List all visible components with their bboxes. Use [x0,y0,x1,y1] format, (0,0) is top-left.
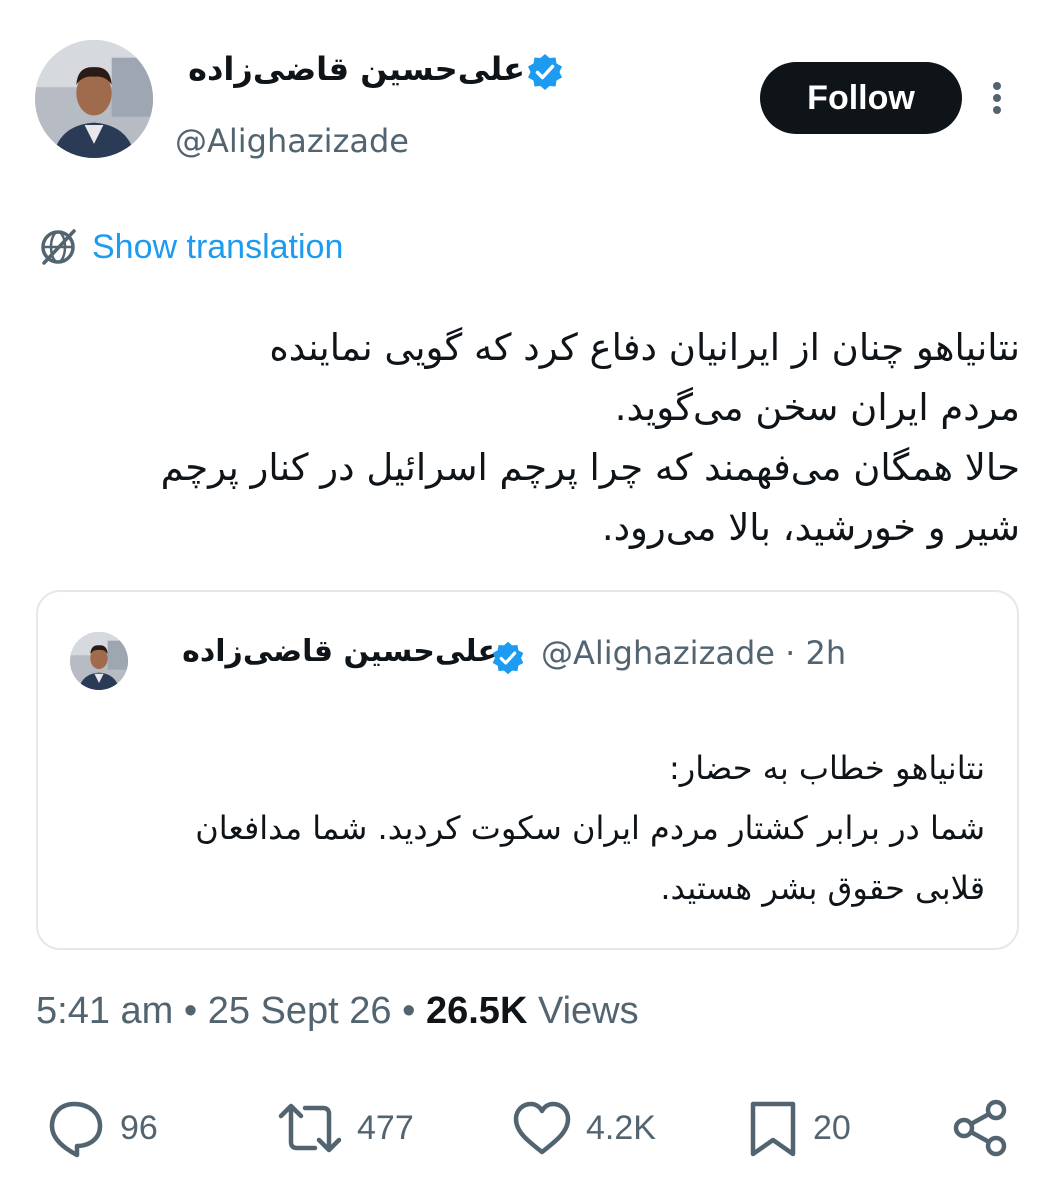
quote-handle-time: @Alighazizade · 2h [541,634,847,672]
reply-button[interactable]: 96 [44,1098,158,1158]
reply-icon [49,1101,103,1158]
views-count: 26.5K [425,990,528,1032]
vertical-ellipsis-icon[interactable] [985,78,1009,118]
quote-author-avatar[interactable] [70,632,128,690]
author-display-name[interactable]: علی‌حسین قاضی‌زاده [188,50,525,88]
verified-badge-icon [525,52,565,92]
reply-count: 96 [120,1108,158,1147]
quote-text-line: شما در برابر کشتار مردم ایران سکوت کردید… [195,809,985,847]
quote-author-name: علی‌حسین قاضی‌زاده [182,634,498,669]
bookmark-count: 20 [813,1108,851,1147]
repost-icon [278,1103,342,1153]
meta-separator: • [391,990,426,1032]
follow-button[interactable]: Follow [760,62,962,134]
tweet-meta: 5:41 am • 25 Sept 26 • 26.5K Views [36,990,639,1033]
bookmark-button[interactable]: 20 [745,1098,851,1158]
share-button[interactable] [950,1098,1014,1158]
action-bar: 96 477 4.2K 20 [0,1088,1055,1168]
show-translation-link[interactable]: Show translation [36,225,343,269]
heart-icon [513,1101,571,1155]
tweet-text-line: مردم ایران سخن می‌گوید. [614,386,1020,429]
tweet-text-line: شیر و خورشید، بالا می‌رود. [601,506,1020,549]
like-count: 4.2K [586,1108,656,1147]
author-avatar[interactable] [35,40,153,158]
avatar-image [35,40,153,158]
quote-text-line: نتانیاهو خطاب به حضار: [668,749,985,787]
like-button[interactable]: 4.2K [510,1098,656,1158]
author-handle[interactable]: @Alighazizade [175,122,409,160]
bookmark-icon [750,1101,796,1157]
show-translation-label: Show translation [92,227,344,266]
share-icon [953,1099,1007,1157]
views-label: Views [527,990,639,1032]
tweet-text-line: نتانیاهو چنان از ایرانیان دفاع کرد که گو… [269,326,1020,369]
quote-text: نتانیاهو خطاب به حضار: شما در برابر کشتا… [60,738,985,918]
repost-button[interactable]: 477 [275,1098,414,1158]
tweet-time[interactable]: 5:41 am [36,990,173,1032]
avatar-image [70,632,128,690]
globe-icon [41,229,76,265]
verified-badge-icon [490,640,526,676]
repost-count: 477 [357,1108,414,1147]
tweet-text-line: حالا همگان می‌فهمند که چرا پرچم اسرائیل … [160,446,1020,489]
quote-text-line: قلابی حقوق بشر هستید. [660,869,985,907]
tweet-date[interactable]: 25 Sept 26 [208,990,392,1032]
meta-separator: • [173,990,208,1032]
tweet-text: نتانیاهو چنان از ایرانیان دفاع کرد که گو… [30,318,1020,558]
